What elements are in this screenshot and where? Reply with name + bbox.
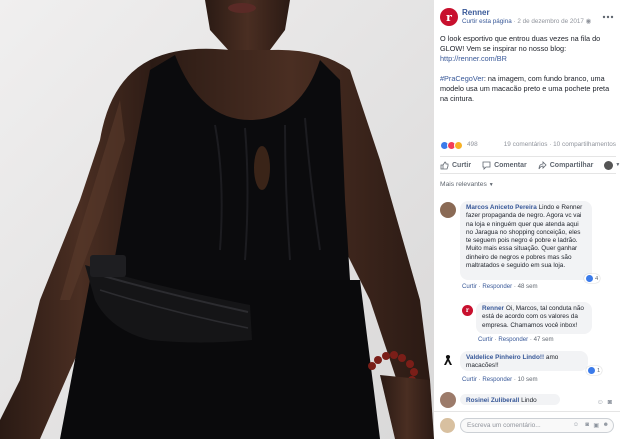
camera-icon[interactable]: ◙: [585, 422, 589, 428]
user-avatar: [604, 160, 614, 170]
reaction-count: 4: [595, 275, 599, 282]
post-sidebar: r Renner Curtir esta página · 2 de dezem…: [434, 0, 620, 439]
emoji-icon[interactable]: ☺: [573, 422, 579, 428]
user-avatar: [440, 418, 455, 433]
avatar[interactable]: [440, 202, 456, 218]
camera-icon[interactable]: ◙: [608, 399, 612, 406]
share-label: Compartilhar: [549, 161, 594, 169]
avatar[interactable]: [440, 352, 456, 368]
post-header: r Renner Curtir esta página · 2 de dezem…: [440, 6, 616, 30]
comment-meta: Curtir · Responder · 10 sem: [462, 376, 538, 383]
more-options-icon[interactable]: [602, 14, 614, 20]
comment-icon: [482, 161, 491, 170]
comment-author[interactable]: Rosinei Zuliberall: [466, 397, 519, 404]
comment-text: Lindo e Renner fazer propaganda de negro…: [466, 204, 583, 270]
renner-reply-avatar[interactable]: r: [462, 305, 473, 316]
dot-separator: ·: [513, 18, 516, 25]
comment-author[interactable]: Marcos Aniceto Pereira: [466, 204, 537, 211]
reply-like-link[interactable]: Curtir: [478, 336, 493, 343]
like-label: Curtir: [452, 161, 472, 169]
reaction-count[interactable]: 498: [467, 141, 478, 148]
reply-time[interactable]: 47 sem: [534, 336, 554, 343]
reaction-count: 1: [597, 367, 601, 374]
comment-bubble: Rosinei Zuliberall Lindo: [460, 394, 560, 405]
reply-bubble: Renner Oi, Marcos, tal conduta não está …: [476, 302, 592, 334]
post-paragraph-1: O look esportivo que entrou duas vezes n…: [440, 34, 616, 64]
reaction-stats: 498 19 comentários · 10 compartilhamento…: [440, 140, 616, 152]
like-page-link[interactable]: Curtir esta página: [462, 18, 512, 25]
comment-reaction-badge[interactable]: 4: [584, 274, 601, 283]
gif-icon[interactable]: ▣: [593, 422, 599, 429]
comment-sort-dropdown[interactable]: Mais relevantes ▼: [440, 181, 494, 188]
post-subheader: Curtir esta página · 2 de dezembro de 20…: [462, 18, 591, 25]
comment-input[interactable]: Escreva um comentário... ☺ ◙ ▣ ☻: [460, 418, 614, 433]
comment-input-placeholder: Escreva um comentário...: [467, 422, 541, 429]
comment-label: Comentar: [494, 161, 527, 169]
comment-reply-link[interactable]: Responder: [482, 376, 512, 383]
comment-button[interactable]: Comentar: [482, 161, 527, 170]
photo-viewer: r Renner Curtir esta página · 2 de dezem…: [0, 0, 620, 439]
comment-reaction-badge[interactable]: 1: [586, 366, 603, 375]
comment-reply-link[interactable]: Responder: [482, 283, 512, 290]
share-icon: [538, 160, 547, 169]
sticker-icon[interactable]: ☻: [603, 422, 609, 428]
hashtag-link[interactable]: #PraCegoVer: [440, 74, 484, 83]
like-button[interactable]: Curtir: [440, 161, 471, 170]
haha-reaction-icon: [454, 141, 463, 150]
sort-label: Mais relevantes: [440, 181, 487, 188]
reply-reply-link[interactable]: Responder: [498, 336, 528, 343]
reply-author[interactable]: Renner: [482, 305, 504, 312]
post-as-selector[interactable]: ▼: [604, 160, 620, 170]
comment-text: Lindo: [521, 397, 537, 404]
model-photo-illustration: [0, 0, 434, 439]
avatar[interactable]: [440, 392, 456, 408]
comment-time[interactable]: 10 sem: [518, 376, 538, 383]
page-name[interactable]: Renner: [462, 8, 490, 17]
comment-author[interactable]: Valdelice Pinheiro Lindo!!: [466, 354, 544, 361]
reply-meta: Curtir · Responder · 47 sem: [478, 336, 554, 343]
thumbs-up-icon: [440, 161, 449, 169]
post-paragraph-2: #PraCegoVer: na imagem, com fundo branco…: [440, 74, 616, 104]
comment-options: ☺ ◙: [593, 399, 612, 406]
chevron-down-icon: ▼: [615, 162, 620, 168]
post-photo[interactable]: [0, 0, 434, 439]
share-button[interactable]: Compartilhar: [538, 160, 594, 170]
like-reaction-icon: [586, 275, 593, 282]
post-actions-bar: Curtir Comentar Compartilhar ▼: [440, 156, 620, 174]
globe-icon: ◉: [585, 18, 592, 25]
like-reaction-icon: [588, 367, 595, 374]
comment-time[interactable]: 48 sem: [518, 283, 538, 290]
comments-shares-count[interactable]: 19 comentários · 10 compartilhamentos: [504, 141, 616, 148]
comment-composer: Escreva um comentário... ☺ ◙ ▣ ☻: [434, 411, 620, 439]
chevron-down-icon: ▼: [488, 182, 494, 188]
renner-logo[interactable]: r: [440, 8, 458, 26]
comment-bubble: Valdelice Pinheiro Lindo!! amo macacões!…: [460, 351, 588, 371]
post-text: O look esportivo que entrou duas vezes n…: [440, 34, 616, 114]
post-date[interactable]: 2 de dezembro de 2017: [517, 18, 584, 25]
emoji-icon[interactable]: ☺: [597, 399, 604, 406]
post-text-1: O look esportivo que entrou duas vezes n…: [440, 34, 601, 53]
reaction-icons[interactable]: [440, 141, 463, 150]
comment-bubble: Marcos Aniceto Pereira Lindo e Renner fa…: [460, 201, 592, 280]
blog-link[interactable]: http://renner.com/BR: [440, 54, 507, 63]
black-ribbon-icon: [444, 355, 452, 365]
comment-like-link[interactable]: Curtir: [462, 376, 477, 383]
comment-like-link[interactable]: Curtir: [462, 283, 477, 290]
comment-meta: Curtir · Responder · 48 sem: [462, 283, 538, 290]
